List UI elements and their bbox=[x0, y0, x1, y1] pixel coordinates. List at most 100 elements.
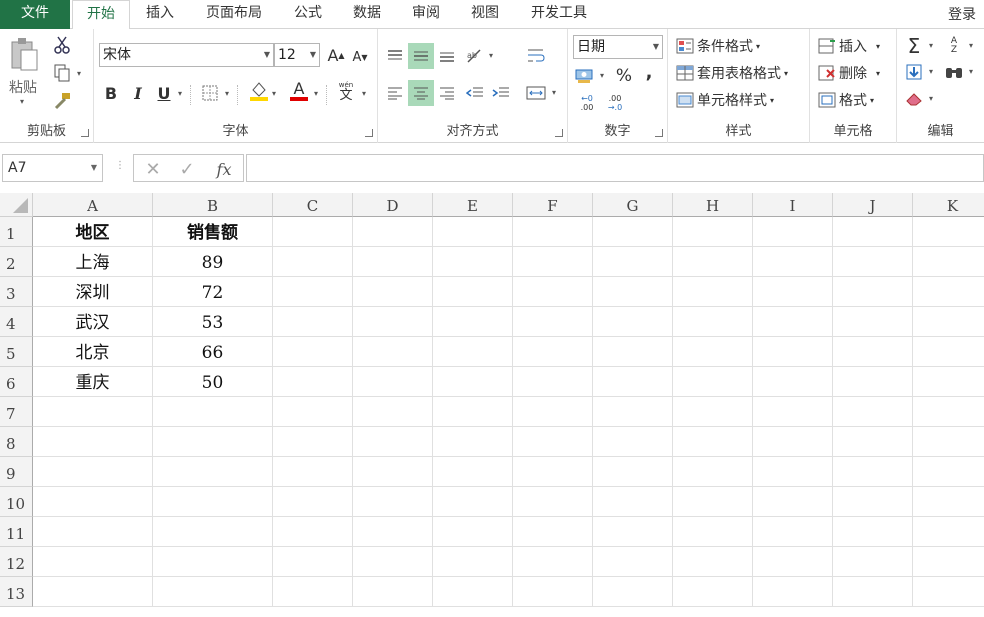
font-size-select[interactable]: 12 ▼ bbox=[274, 43, 320, 67]
underline-dropdown-icon[interactable]: ▾ bbox=[178, 89, 182, 98]
fill-color-icon[interactable] bbox=[248, 79, 270, 103]
cell-i3[interactable] bbox=[753, 277, 833, 307]
italic-button[interactable]: I bbox=[128, 81, 148, 105]
font-color-icon[interactable]: A bbox=[288, 79, 310, 103]
column-header-c[interactable]: C bbox=[273, 193, 353, 217]
cell-k13[interactable] bbox=[913, 577, 984, 607]
tab-page-layout[interactable]: 页面布局 bbox=[196, 0, 272, 29]
cancel-entry-icon[interactable]: ✕ bbox=[142, 158, 164, 180]
cell-k7[interactable] bbox=[913, 397, 984, 427]
merge-dropdown-icon[interactable]: ▾ bbox=[552, 88, 556, 97]
cell-a1[interactable]: 地区 bbox=[33, 217, 153, 247]
cell-g6[interactable] bbox=[593, 367, 673, 397]
cell-a10[interactable] bbox=[33, 487, 153, 517]
cell-c7[interactable] bbox=[273, 397, 353, 427]
cell-f3[interactable] bbox=[513, 277, 593, 307]
decrease-decimal-icon[interactable]: .00 →.0 bbox=[602, 91, 628, 115]
cell-e11[interactable] bbox=[433, 517, 513, 547]
cell-e13[interactable] bbox=[433, 577, 513, 607]
cell-i4[interactable] bbox=[753, 307, 833, 337]
align-bottom-icon[interactable] bbox=[436, 43, 458, 69]
cell-g1[interactable] bbox=[593, 217, 673, 247]
cell-d11[interactable] bbox=[353, 517, 433, 547]
cell-i10[interactable] bbox=[753, 487, 833, 517]
cell-a7[interactable] bbox=[33, 397, 153, 427]
tab-file[interactable]: 文件 bbox=[0, 0, 70, 29]
cell-c4[interactable] bbox=[273, 307, 353, 337]
cell-j11[interactable] bbox=[833, 517, 913, 547]
column-header-d[interactable]: D bbox=[353, 193, 433, 217]
cell-c13[interactable] bbox=[273, 577, 353, 607]
cell-d7[interactable] bbox=[353, 397, 433, 427]
cell-h9[interactable] bbox=[673, 457, 753, 487]
cell-b13[interactable] bbox=[153, 577, 273, 607]
cell-f13[interactable] bbox=[513, 577, 593, 607]
clear-dropdown-icon[interactable]: ▾ bbox=[929, 94, 933, 103]
column-header-k[interactable]: K bbox=[913, 193, 984, 217]
align-left-icon[interactable] bbox=[384, 80, 406, 106]
comma-style-button[interactable]: , bbox=[640, 61, 658, 83]
delete-cells-button[interactable]: 删除 ▾ bbox=[818, 63, 880, 83]
cell-e4[interactable] bbox=[433, 307, 513, 337]
cell-c11[interactable] bbox=[273, 517, 353, 547]
select-all-corner[interactable] bbox=[0, 193, 33, 217]
cell-a8[interactable] bbox=[33, 427, 153, 457]
cell-b7[interactable] bbox=[153, 397, 273, 427]
cell-f12[interactable] bbox=[513, 547, 593, 577]
cell-g9[interactable] bbox=[593, 457, 673, 487]
cell-a12[interactable] bbox=[33, 547, 153, 577]
cell-b11[interactable] bbox=[153, 517, 273, 547]
autosum-dropdown-icon[interactable]: ▾ bbox=[929, 41, 933, 50]
cell-a9[interactable] bbox=[33, 457, 153, 487]
cell-c1[interactable] bbox=[273, 217, 353, 247]
row-header-10[interactable]: 10 bbox=[0, 487, 33, 517]
formula-input[interactable] bbox=[246, 154, 984, 182]
cell-f10[interactable] bbox=[513, 487, 593, 517]
cell-k11[interactable] bbox=[913, 517, 984, 547]
font-launcher-icon[interactable] bbox=[365, 129, 373, 137]
cell-a13[interactable] bbox=[33, 577, 153, 607]
cell-k6[interactable] bbox=[913, 367, 984, 397]
name-box[interactable]: A7 ▼ bbox=[2, 154, 103, 182]
column-header-h[interactable]: H bbox=[673, 193, 753, 217]
cell-j5[interactable] bbox=[833, 337, 913, 367]
cell-d10[interactable] bbox=[353, 487, 433, 517]
row-header-7[interactable]: 7 bbox=[0, 397, 33, 427]
cell-j7[interactable] bbox=[833, 397, 913, 427]
cell-f6[interactable] bbox=[513, 367, 593, 397]
row-header-6[interactable]: 6 bbox=[0, 367, 33, 397]
format-painter-icon[interactable] bbox=[52, 91, 72, 111]
cell-e5[interactable] bbox=[433, 337, 513, 367]
cell-d3[interactable] bbox=[353, 277, 433, 307]
cell-e7[interactable] bbox=[433, 397, 513, 427]
cell-h4[interactable] bbox=[673, 307, 753, 337]
cell-k9[interactable] bbox=[913, 457, 984, 487]
grow-font-icon[interactable]: A ▲ bbox=[326, 43, 346, 67]
cell-b8[interactable] bbox=[153, 427, 273, 457]
cell-c3[interactable] bbox=[273, 277, 353, 307]
row-header-4[interactable]: 4 bbox=[0, 307, 33, 337]
find-dropdown-icon[interactable]: ▾ bbox=[969, 67, 973, 76]
cell-d4[interactable] bbox=[353, 307, 433, 337]
cell-k1[interactable] bbox=[913, 217, 984, 247]
column-header-i[interactable]: I bbox=[753, 193, 833, 217]
cell-b5[interactable]: 66 bbox=[153, 337, 273, 367]
cell-f11[interactable] bbox=[513, 517, 593, 547]
increase-indent-icon[interactable] bbox=[490, 80, 512, 106]
cell-j1[interactable] bbox=[833, 217, 913, 247]
cell-a3[interactable]: 深圳 bbox=[33, 277, 153, 307]
find-select-icon[interactable] bbox=[943, 61, 965, 83]
cell-d8[interactable] bbox=[353, 427, 433, 457]
cell-j2[interactable] bbox=[833, 247, 913, 277]
align-middle-icon[interactable] bbox=[408, 43, 434, 69]
row-header-1[interactable]: 1 bbox=[0, 217, 33, 247]
borders-icon[interactable] bbox=[200, 82, 220, 104]
paste-icon[interactable] bbox=[6, 35, 44, 75]
cell-e9[interactable] bbox=[433, 457, 513, 487]
tab-review[interactable]: 审阅 bbox=[402, 0, 450, 29]
clipboard-launcher-icon[interactable] bbox=[81, 129, 89, 137]
cell-f2[interactable] bbox=[513, 247, 593, 277]
paste-label[interactable]: 粘贴 bbox=[9, 77, 37, 97]
underline-button[interactable]: U bbox=[154, 81, 174, 105]
tab-insert[interactable]: 插入 bbox=[136, 0, 184, 29]
